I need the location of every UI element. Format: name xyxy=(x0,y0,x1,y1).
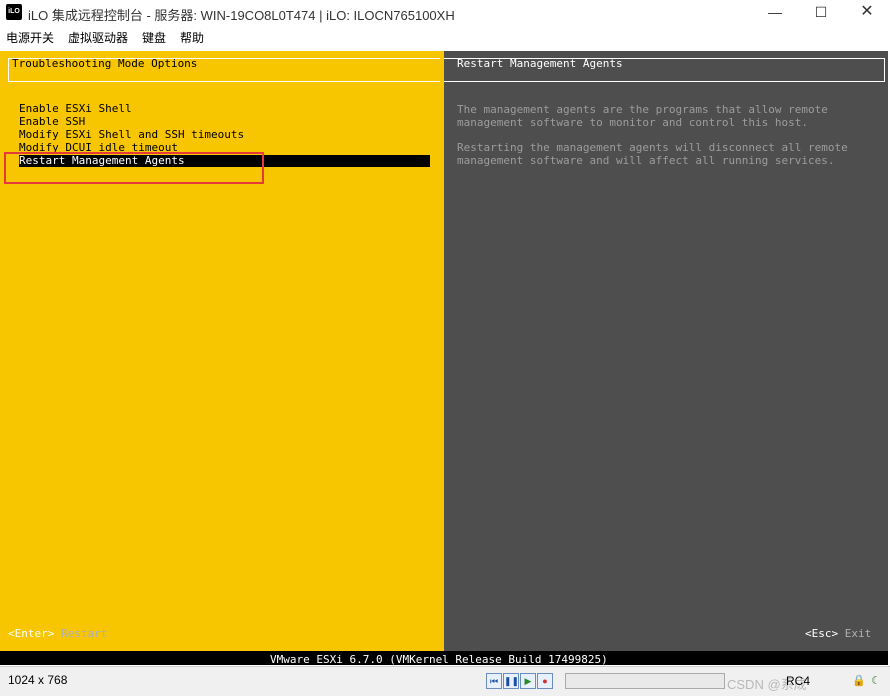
status-line: VMware ESXi 6.7.0 (VMKernel Release Buil… xyxy=(0,651,888,666)
description-line: The management agents are the programs t… xyxy=(457,103,828,116)
description-line: Restarting the management agents will di… xyxy=(457,141,848,154)
esc-hint: <Esc> Exit xyxy=(805,627,871,640)
esxi-version-text: VMware ESXi 6.7.0 (VMKernel Release Buil… xyxy=(270,653,608,666)
lock-icon: 🔒 xyxy=(852,675,866,687)
menu-power[interactable]: 电源开关 xyxy=(6,29,54,46)
esc-action: Exit xyxy=(844,627,872,640)
description-panel: Restart Management Agents The management… xyxy=(444,51,888,651)
window-title: iLO 集成远程控制台 - 服务器: WIN-19CO8L0T474 | iLO… xyxy=(28,8,455,23)
remote-console[interactable]: Troubleshooting Mode Options Enable ESXi… xyxy=(0,51,888,666)
pause-icon[interactable]: ❚❚ xyxy=(503,673,519,689)
menu-help[interactable]: 帮助 xyxy=(180,29,204,46)
option-modify-shell-ssh-timeouts[interactable]: Modify ESXi Shell and SSH timeouts xyxy=(19,129,431,141)
enter-key: <Enter> xyxy=(8,627,55,640)
description-title: Restart Management Agents xyxy=(457,57,623,70)
options-title: Troubleshooting Mode Options xyxy=(12,57,198,70)
option-enable-esxi-shell[interactable]: Enable ESXi Shell xyxy=(19,103,431,115)
rewind-icon[interactable]: ⏮ xyxy=(486,673,502,689)
option-enable-ssh[interactable]: Enable SSH xyxy=(19,116,431,128)
close-icon[interactable]: ✕ xyxy=(844,0,890,26)
resolution-label: 1024 x 768 xyxy=(8,673,68,687)
play-icon[interactable]: ▶ xyxy=(520,673,536,689)
maximize-icon[interactable]: ☐ xyxy=(798,0,844,26)
description-line: management software to monitor and contr… xyxy=(457,116,808,129)
esc-key: <Esc> xyxy=(805,627,839,640)
network-icon: ☾ xyxy=(871,675,881,687)
description-line: management software and will affect all … xyxy=(457,154,835,167)
title-bar: iLO iLO 集成远程控制台 - 服务器: WIN-19CO8L0T474 |… xyxy=(0,0,890,26)
enter-action: Restart xyxy=(60,627,108,640)
playback-progress-bar[interactable] xyxy=(565,673,725,689)
menu-virtual-drives[interactable]: 虚拟驱动器 xyxy=(68,29,128,46)
menu-bar: 电源开关 虚拟驱动器 键盘 帮助 xyxy=(0,26,890,48)
rc-label: RC4 xyxy=(786,674,811,688)
record-icon[interactable]: ● xyxy=(537,673,553,689)
ilo-logo-icon: iLO xyxy=(6,4,22,20)
options-panel: Troubleshooting Mode Options Enable ESXi… xyxy=(0,51,444,651)
annotation-highlight-box xyxy=(4,152,264,184)
enter-hint: <Enter> Restart xyxy=(8,627,107,640)
minimize-icon[interactable]: — xyxy=(752,0,798,26)
bottom-bar: 1024 x 768 ⏮ ❚❚ ▶ ● CSDN @系成 RC4 🔒 ☾ xyxy=(0,666,890,696)
menu-keyboard[interactable]: 键盘 xyxy=(142,29,166,46)
